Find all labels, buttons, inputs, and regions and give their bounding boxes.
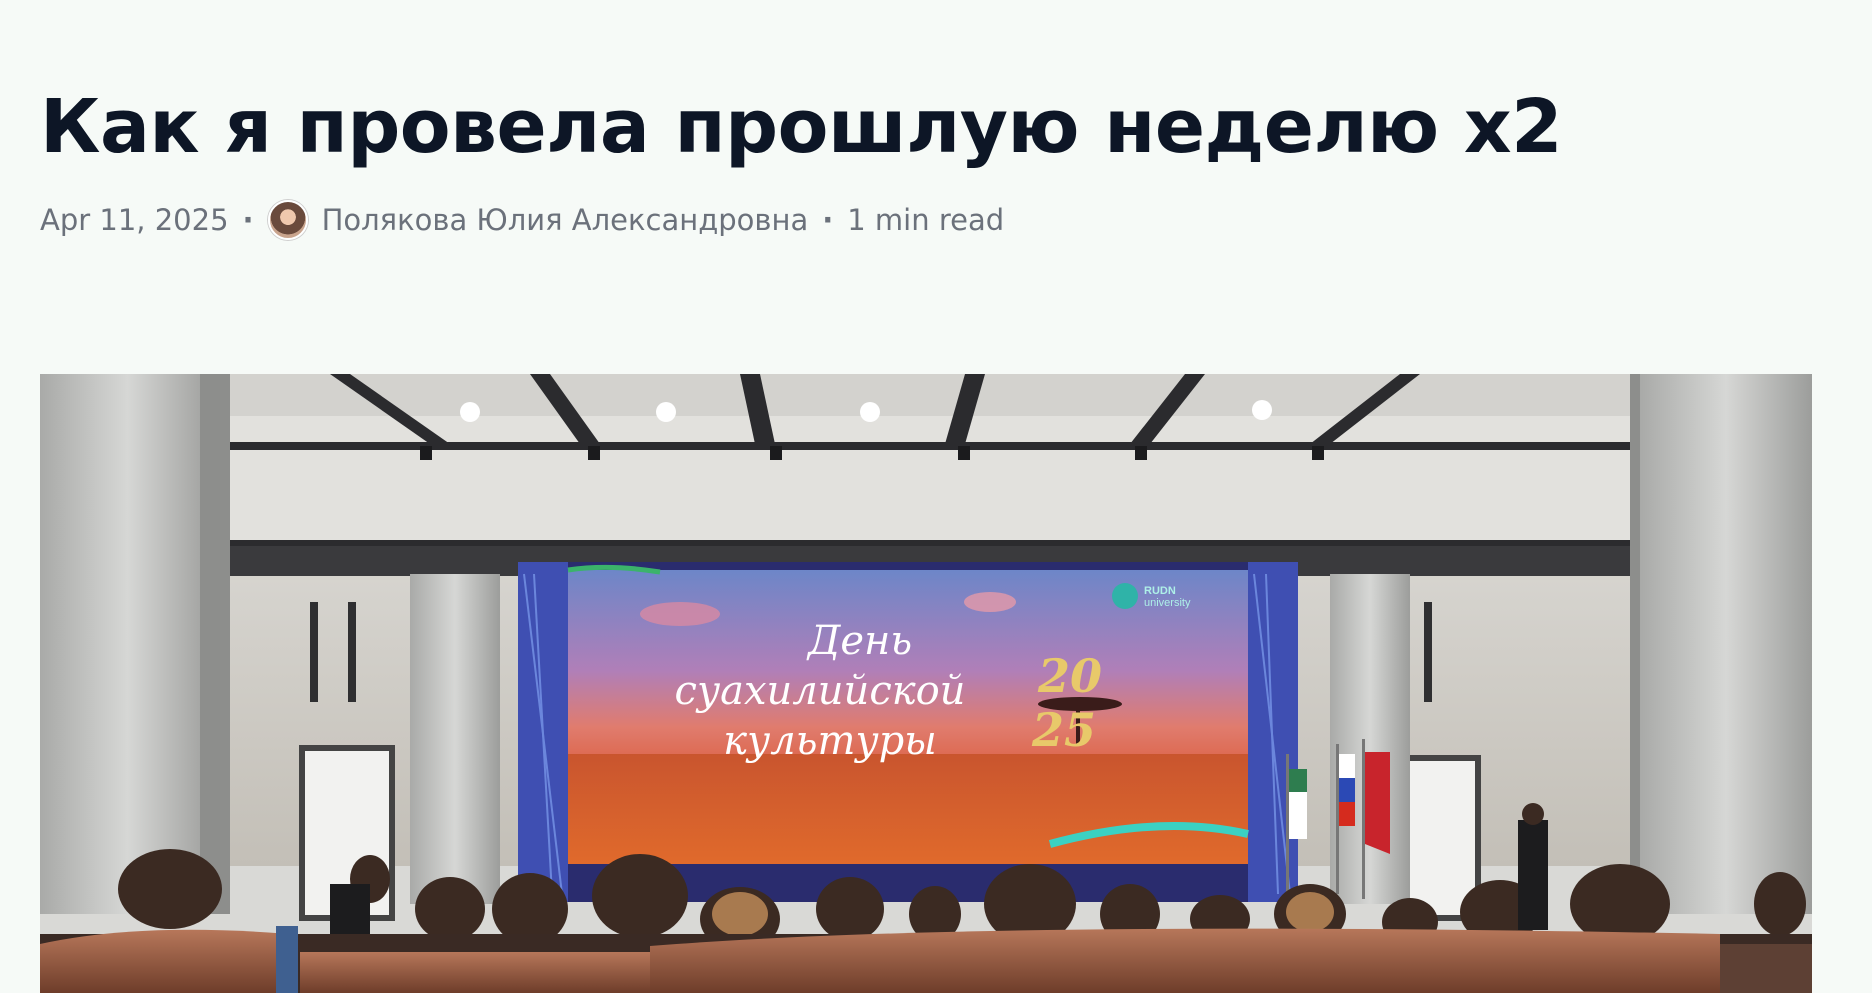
- article-title: Как я провела прошлую неделю x2: [40, 84, 1563, 170]
- article-hero-image: День суахилийской культуры 20 25 RUDN un…: [40, 374, 1812, 993]
- screen-title-line2: суахилийской: [675, 668, 966, 714]
- screen-title-line3: культуры: [723, 718, 937, 764]
- screen-title-line1: День: [806, 618, 912, 664]
- meta-separator: ·: [242, 203, 254, 237]
- screen-year-top: 20: [1037, 649, 1102, 703]
- screen-year-bottom: 25: [1031, 703, 1096, 757]
- read-time: 1 min read: [847, 203, 1005, 237]
- hall-photo: День суахилийской культуры 20 25 RUDN un…: [40, 374, 1812, 993]
- author-name-link[interactable]: Полякова Юлия Александровна: [322, 203, 809, 237]
- rudn-logo-text-1: RUDN: [1144, 585, 1176, 597]
- publish-date: Apr 11, 2025: [40, 203, 229, 237]
- article-meta: Apr 11, 2025 · Полякова Юлия Александров…: [40, 200, 1004, 240]
- article-page: Как я провела прошлую неделю x2 Apr 11, …: [0, 0, 1872, 993]
- meta-separator: ·: [822, 203, 834, 237]
- rudn-logo-text-2: university: [1144, 597, 1191, 609]
- author-avatar[interactable]: [267, 200, 308, 240]
